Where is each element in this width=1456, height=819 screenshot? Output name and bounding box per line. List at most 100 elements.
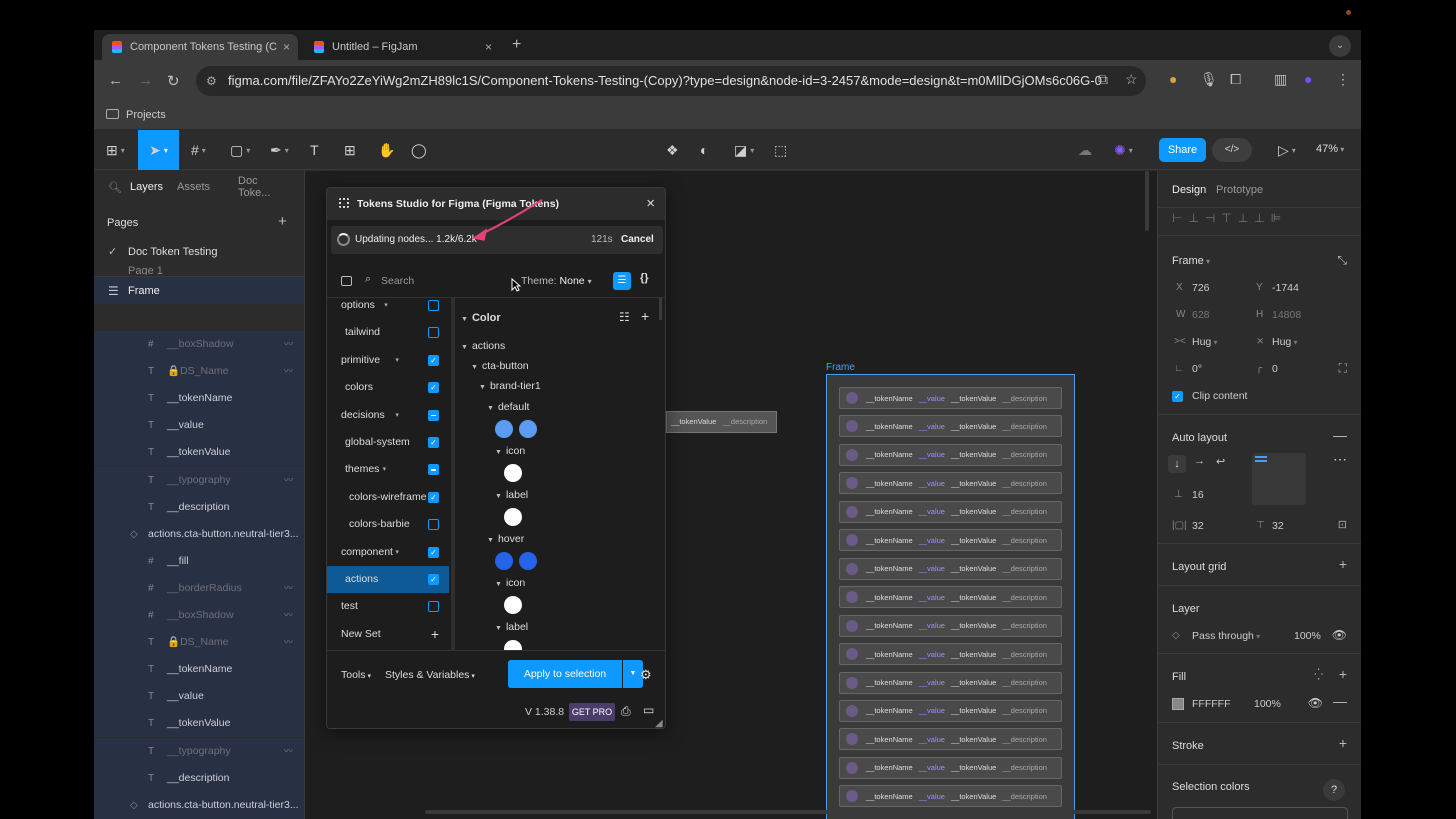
token-swatch-default-label[interactable] bbox=[504, 508, 522, 526]
token-doc-row[interactable]: __tokenName __value __tokenValue __descript… bbox=[839, 415, 1062, 438]
token-set-checkbox[interactable]: ✓ bbox=[428, 546, 439, 558]
layer-frame[interactable]: ☰ Frame bbox=[94, 276, 304, 304]
resize-handle-icon[interactable]: ◢ bbox=[655, 718, 663, 728]
blend-mode-select[interactable]: Pass through ▾ bbox=[1192, 630, 1260, 642]
expand-caret-icon[interactable]: ▾ bbox=[384, 298, 388, 319]
token-doc-row[interactable]: __tokenName __value __tokenValue __descript… bbox=[839, 500, 1062, 523]
sets-scrollbar[interactable] bbox=[451, 298, 455, 650]
close-tab-icon[interactable]: × bbox=[485, 40, 492, 54]
expand-caret-icon[interactable]: ▾ bbox=[395, 539, 399, 566]
layer-row[interactable]: T __tokenName bbox=[94, 385, 304, 413]
layer-row[interactable]: T __typography 〰 bbox=[94, 466, 304, 494]
hand-tool-icon[interactable]: ✋ bbox=[378, 140, 395, 160]
token-set-colors-barbie[interactable]: colors-barbie bbox=[327, 511, 449, 538]
toggle-sidebar-icon[interactable] bbox=[341, 276, 352, 286]
component-icon[interactable]: ❖ bbox=[666, 140, 679, 160]
token-set-component[interactable]: component ▾ ✓ bbox=[327, 539, 449, 566]
move-tool-icon[interactable]: ➤ ▾ bbox=[138, 130, 179, 170]
horizontal-padding-input[interactable]: 32 bbox=[1192, 520, 1204, 532]
token-set-checkbox[interactable]: ✓ bbox=[428, 437, 439, 448]
token-set-checkbox[interactable] bbox=[428, 409, 439, 421]
token-doc-row[interactable]: __tokenName __value __tokenValue __descript… bbox=[839, 671, 1062, 694]
present-icon[interactable]: ▷ ▾ bbox=[1278, 140, 1296, 160]
comment-tool-icon[interactable]: ◯ bbox=[411, 140, 427, 160]
add-fill-icon[interactable]: + bbox=[1339, 666, 1347, 682]
y-input[interactable]: -1744 bbox=[1272, 282, 1299, 294]
extensions-icon[interactable]: ⧠ bbox=[1230, 71, 1241, 88]
group-hover-icon[interactable]: ▼ icon bbox=[495, 577, 525, 589]
token-doc-row[interactable]: __tokenName __value __tokenValue __descript… bbox=[839, 699, 1062, 722]
w-input[interactable]: 628 bbox=[1192, 309, 1210, 321]
token-doc-row[interactable]: __tokenName __value __tokenValue __descript… bbox=[839, 557, 1062, 580]
layer-opacity-input[interactable]: 100% bbox=[1294, 630, 1321, 642]
tab-layers[interactable]: Layers bbox=[130, 181, 163, 193]
help-button[interactable]: ? bbox=[1323, 779, 1345, 801]
close-plugin-icon[interactable]: × bbox=[646, 188, 655, 220]
layer-row[interactable]: T __description bbox=[94, 493, 304, 521]
fill-styles-icon[interactable]: ⁛ bbox=[1314, 668, 1323, 681]
add-layout-grid-icon[interactable]: + bbox=[1339, 556, 1347, 572]
group-default-label[interactable]: ▼ label bbox=[495, 489, 528, 501]
tree-scrollbar[interactable] bbox=[659, 298, 662, 320]
search-icon[interactable]: 🔍︎ bbox=[108, 181, 122, 194]
dev-mode-toggle[interactable]: </> bbox=[1212, 138, 1252, 162]
profile-avatar-icon[interactable]: ● bbox=[1304, 71, 1312, 87]
token-swatch-default-2[interactable] bbox=[519, 420, 537, 438]
layer-row[interactable]: T __description bbox=[94, 764, 304, 792]
token-set-actions[interactable]: actions ✓ bbox=[327, 566, 449, 593]
fill-hex-input[interactable]: FFFFFF bbox=[1192, 698, 1230, 710]
token-swatch-hover-1[interactable] bbox=[495, 552, 513, 570]
fill-visibility-eye-icon[interactable]: 👁︎ bbox=[1308, 696, 1323, 710]
tab-assets[interactable]: Assets bbox=[177, 181, 210, 193]
token-doc-row[interactable]: __tokenName __value __tokenValue __descript… bbox=[839, 529, 1062, 552]
reload-icon[interactable]: ↻ bbox=[167, 72, 180, 90]
direction-horizontal-icon[interactable]: → bbox=[1194, 455, 1205, 467]
horizontal-hug-select[interactable]: Hug ▾ bbox=[1192, 336, 1218, 348]
group-hover[interactable]: ▼ hover bbox=[487, 533, 524, 545]
add-page-icon[interactable]: + bbox=[278, 213, 287, 230]
layer-row[interactable]: ◇ actions.cta-button.neutral-tier3... bbox=[94, 520, 304, 548]
token-set-checkbox[interactable] bbox=[428, 464, 439, 476]
vertical-padding-input[interactable]: 32 bbox=[1272, 520, 1284, 532]
new-set-button[interactable]: New Set + bbox=[327, 621, 449, 648]
independent-corners-icon[interactable]: ⛶ bbox=[1339, 361, 1347, 376]
browser-tab-component-tokens[interactable]: Component Tokens Testing (C × bbox=[102, 34, 298, 60]
group-brand-tier1[interactable]: ▼ brand-tier1 bbox=[479, 380, 541, 392]
styles-variables-menu[interactable]: Styles & Variables ▾ bbox=[385, 669, 475, 681]
token-set-checkbox[interactable]: ✓ bbox=[428, 574, 439, 585]
tools-menu[interactable]: Tools ▾ bbox=[341, 669, 371, 681]
token-set-primitive[interactable]: primitive ▾ ✓ bbox=[327, 347, 449, 374]
layer-row[interactable]: # __boxShadow 〰 bbox=[94, 602, 304, 629]
docs-book-icon[interactable]: ⎙ bbox=[621, 704, 631, 719]
show-selection-colors-button[interactable] bbox=[1172, 807, 1348, 819]
apply-to-selection-button[interactable]: Apply to selection bbox=[508, 660, 622, 688]
vertical-scrollbar[interactable] bbox=[1145, 171, 1149, 231]
x-input[interactable]: 726 bbox=[1192, 282, 1210, 294]
theme-select[interactable]: Theme: None ▾ bbox=[521, 275, 592, 287]
page-doc-token-testing[interactable]: ✓ Doc Token Testing bbox=[94, 239, 304, 266]
browser-menu-icon[interactable]: ⋮ bbox=[1336, 71, 1350, 88]
tab-design[interactable]: Design bbox=[1172, 184, 1206, 196]
resize-to-fit-icon[interactable]: ⤡ bbox=[1337, 253, 1347, 268]
clip-content-checkbox[interactable]: ✓ bbox=[1172, 391, 1183, 402]
token-set-checkbox[interactable]: ✓ bbox=[428, 491, 439, 503]
gap-input[interactable]: 16 bbox=[1192, 489, 1204, 501]
token-doc-row[interactable]: __tokenName __value __tokenValue __descript… bbox=[839, 586, 1062, 609]
fill-opacity-input[interactable]: 100% bbox=[1254, 698, 1281, 710]
dragged-token-row[interactable]: __tokenValue __description bbox=[666, 411, 777, 433]
individual-padding-icon[interactable]: ⊡ bbox=[1338, 518, 1347, 531]
layer-row[interactable]: ◇ actions.cta-button.neutral-tier3... bbox=[94, 791, 304, 819]
crop-icon[interactable]: ⬚ bbox=[774, 140, 787, 160]
direction-wrap-icon[interactable]: ↩ bbox=[1216, 455, 1225, 468]
tab-search-icon[interactable]: ⌄ bbox=[1329, 35, 1351, 57]
token-doc-row[interactable]: __tokenName __value __tokenValue __descript… bbox=[839, 387, 1062, 409]
frame-tool-icon[interactable]: # ▾ bbox=[191, 140, 206, 160]
token-swatch-hover-icon[interactable] bbox=[504, 596, 522, 614]
rotation-input[interactable]: 0° bbox=[1192, 363, 1202, 375]
token-doc-row[interactable]: __tokenName __value __tokenValue __descript… bbox=[839, 785, 1062, 808]
bookmark-projects[interactable]: Projects bbox=[126, 109, 166, 121]
layer-row[interactable]: T __value bbox=[94, 412, 304, 440]
remove-fill-icon[interactable]: — bbox=[1333, 693, 1347, 709]
token-doc-row[interactable]: __tokenName __value __tokenValue __descript… bbox=[839, 728, 1062, 751]
boolean-icon[interactable]: ◪ ▾ bbox=[734, 140, 754, 160]
